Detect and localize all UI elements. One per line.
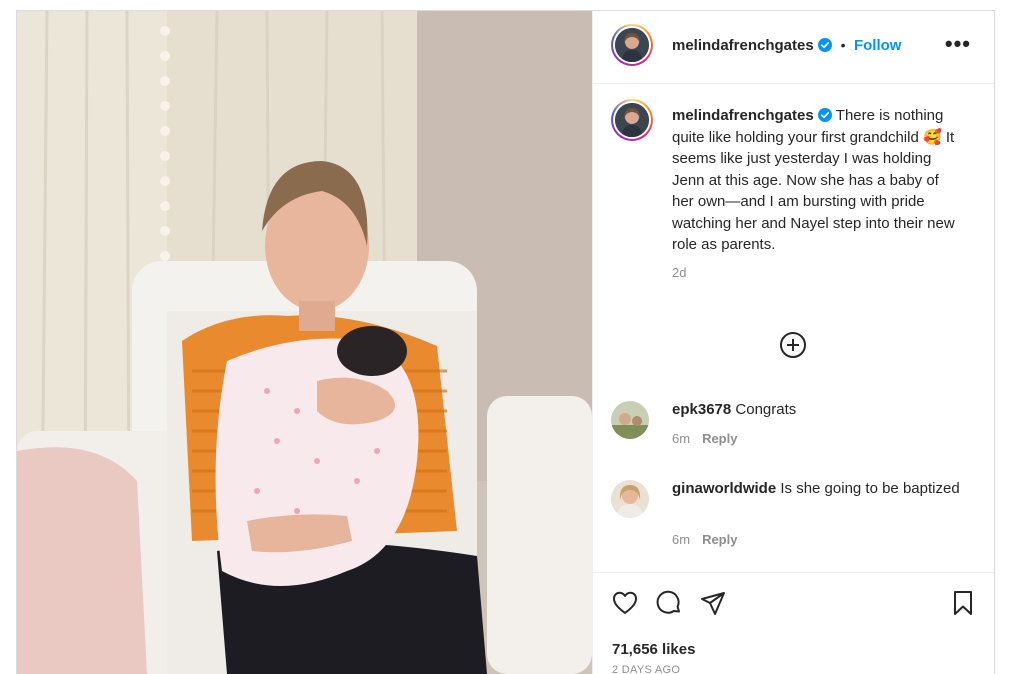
comment-username[interactable]: ginaworldwide [672,480,776,497]
reply-button[interactable]: Reply [702,431,737,446]
caption-emoji: 🥰 [922,128,942,146]
comment-meta: 6m Reply [672,431,737,446]
more-options-icon[interactable]: ••• [945,33,971,55]
comment-icon[interactable] [655,589,683,617]
post-actions: 71,656 likes 2 DAYS AGO [593,572,994,674]
comment-username[interactable]: epk3678 [672,401,731,418]
header-separator: • [840,37,846,53]
reply-button[interactable]: Reply [702,532,737,547]
comment-avatar-image [611,401,649,439]
caption-author-avatar[interactable] [611,99,653,141]
comment-meta: 6m Reply [672,532,737,547]
post-photo-illustration [17,11,592,674]
comment-avatar-image [611,480,649,518]
caption-username[interactable]: melindafrenchgates [672,107,814,124]
post-header: melindafrenchgates • Follow ••• [593,11,994,84]
add-circle-icon[interactable] [779,331,807,359]
caption-text: melindafrenchgates There is nothing quit… [672,105,962,283]
comment-avatar[interactable] [611,480,649,518]
comment-text: Congrats [735,401,797,418]
author-avatar[interactable] [611,24,653,66]
comment-body: epk3678 Congrats [672,399,972,421]
caption-verified-badge-icon [817,108,832,122]
bookmark-icon[interactable] [949,589,977,617]
comment-time: 6m [672,431,691,446]
comment-body: ginaworldwide Is she going to be baptize… [672,478,972,500]
verified-badge-icon [818,38,833,52]
comment-text: Is she going to be baptized [780,480,960,497]
follow-button[interactable]: Follow [854,37,902,54]
comment-avatar[interactable] [611,401,649,439]
caption-timestamp: 2d [672,264,687,280]
instagram-post: melindafrenchgates • Follow ••• melindaf… [16,10,995,674]
share-icon[interactable] [699,589,727,617]
avatar-image [615,28,649,62]
post-photo[interactable] [17,11,592,674]
caption-body-part2: It seems like just yesterday I was holdi… [672,128,955,254]
heart-icon[interactable] [611,589,639,617]
comment-time: 6m [672,532,691,547]
caption-avatar-image [615,103,649,137]
likes-count[interactable]: 71,656 likes [612,641,695,658]
header-username[interactable]: melindafrenchgates [672,37,814,54]
post-side-panel: melindafrenchgates • Follow ••• melindaf… [592,11,994,674]
